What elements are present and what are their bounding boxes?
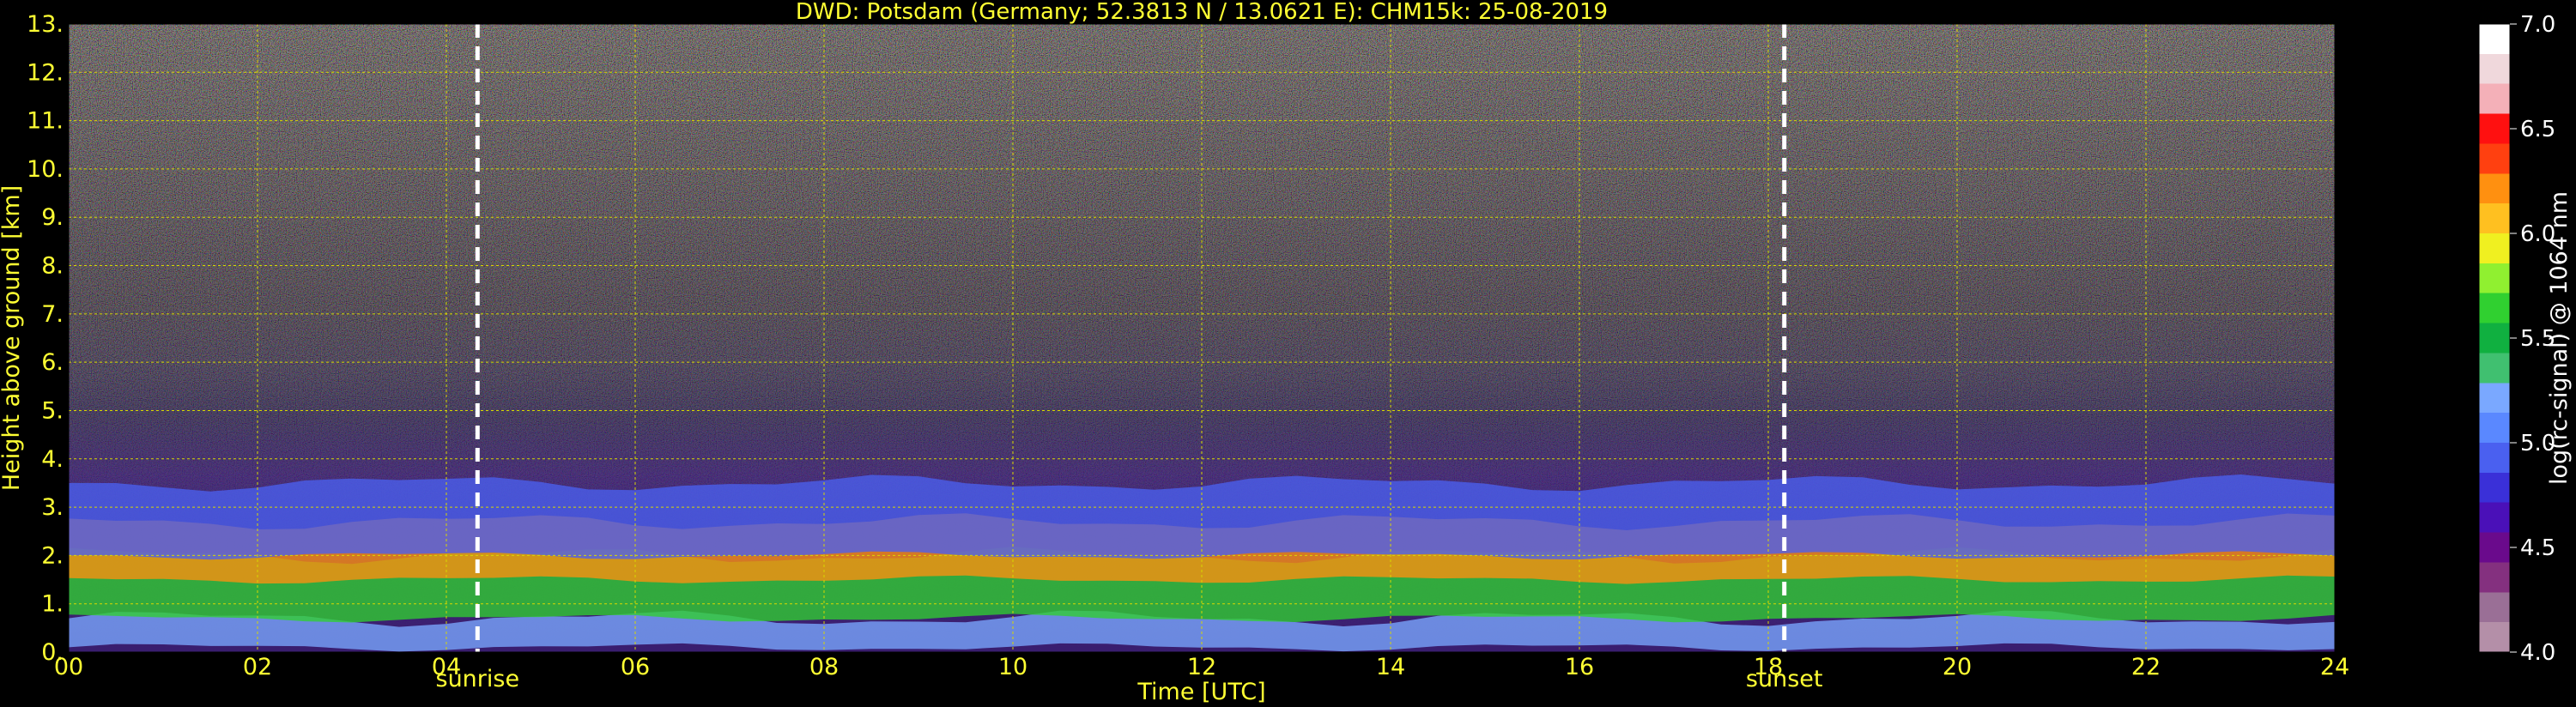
y-tick-labels: 0. 1. 2. 3. 4. 5. 6. 7. 8. 9. 10. 11. 12. 13.	[27, 11, 64, 666]
y-tick-label: 6.	[41, 349, 64, 376]
y-tick-label: 10.	[27, 156, 64, 183]
x-tick-label: 10	[998, 654, 1027, 680]
y-tick-label: 3.	[41, 494, 64, 521]
y-tick-label: 2.	[41, 542, 64, 569]
colorbar-tick-label: 7.0	[2520, 12, 2555, 38]
x-tick-label: 24	[2320, 654, 2349, 680]
colorbar-label: log(rc-signal) @ 1064 nm	[2546, 191, 2573, 485]
y-tick-label: 4.	[41, 446, 64, 473]
y-tick-label: 11.	[27, 108, 64, 135]
y-tick-label: 5.	[41, 397, 64, 424]
x-tick-label: 08	[809, 654, 839, 680]
y-tick-label: 8.	[41, 253, 64, 280]
x-tick-label: 14	[1376, 654, 1405, 680]
x-axis-label: Time [UTC]	[1136, 679, 1265, 705]
ceilometer-chart: DWD: Potsdam (Germany; 52.3813 N / 13.06…	[0, 0, 2573, 705]
x-tick-labels: 00 02 04 06 08 10 12 14 16 18 20 22 24	[54, 654, 2349, 680]
y-tick-label: 1.	[41, 591, 64, 618]
y-axis-label: Height above ground [km]	[0, 185, 25, 491]
x-tick-label: 06	[621, 654, 650, 680]
y-tick-label: 7.	[41, 301, 64, 328]
colorbar-tick-label: 6.5	[2520, 117, 2555, 142]
y-tick-label: 13.	[27, 11, 64, 38]
plot-area	[69, 24, 2335, 652]
x-tick-label: 12	[1187, 654, 1216, 680]
x-tick-label: 02	[243, 654, 272, 680]
y-tick-label: 0.	[41, 639, 64, 666]
x-tick-label: 16	[1565, 654, 1594, 680]
colorbar-tick-label: 4.0	[2520, 640, 2555, 666]
x-tick-label: 22	[2131, 654, 2161, 680]
sunset-label: sunset	[1746, 666, 1823, 692]
x-tick-label: 20	[1943, 654, 1972, 680]
colorbar-bar	[2478, 23, 2511, 653]
y-tick-label: 9.	[41, 204, 64, 231]
colorbar-tick-label: 4.5	[2520, 535, 2555, 561]
y-tick-label: 12.	[27, 59, 64, 86]
sunrise-label: sunrise	[436, 666, 520, 692]
colorbar: 4.04.55.05.56.06.57.0 log(rc-signal) @ 1…	[2478, 12, 2573, 666]
chart-title: DWD: Potsdam (Germany; 52.3813 N / 13.06…	[796, 0, 1608, 25]
